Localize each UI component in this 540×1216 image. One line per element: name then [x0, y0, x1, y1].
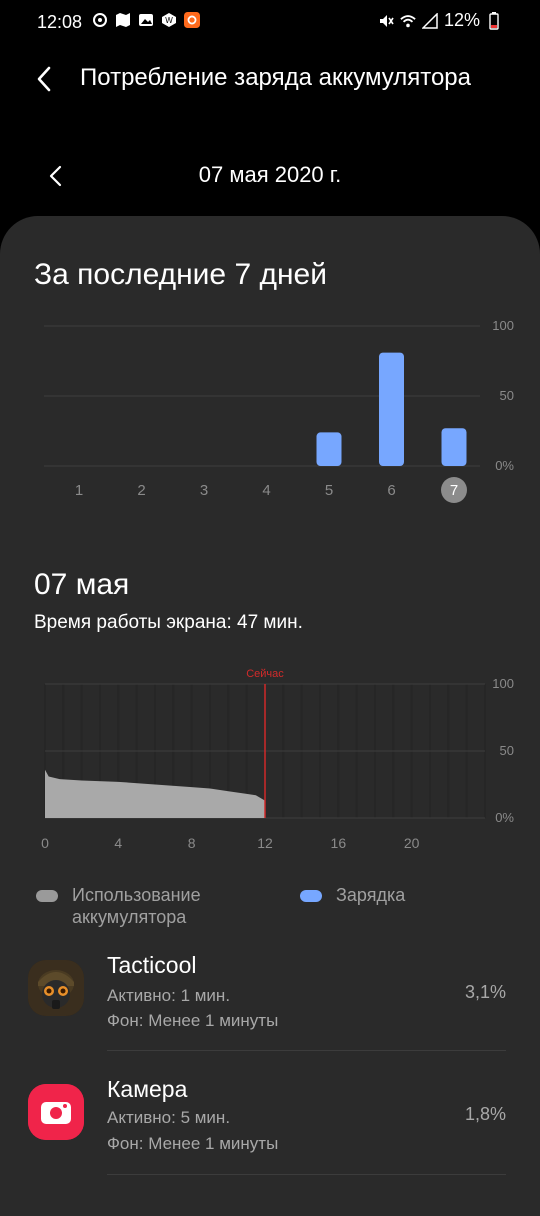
app-percent: 1,8% — [464, 1104, 506, 1124]
legend-usage-swatch — [36, 890, 58, 902]
app-row-tacticool[interactable]: Tacticool Активно: 1 мин. Фон: Менее 1 м… — [0, 950, 540, 1060]
app-name: Камера — [107, 1076, 188, 1102]
wifi-icon — [400, 13, 416, 29]
x-tick-label: 20 — [404, 835, 420, 851]
row-divider — [107, 1174, 506, 1175]
legend-usage-line1: Использование — [72, 885, 201, 905]
app-background-time: Фон: Менее 1 минуты — [107, 1134, 279, 1153]
y-tick-label: 100 — [492, 318, 514, 333]
y-tick-label: 0% — [495, 810, 514, 825]
y-tick-label: 50 — [500, 388, 514, 403]
status-time: 12:08 — [37, 12, 83, 32]
date-navigation: 07 мая 2020 г. — [0, 156, 540, 196]
app-header: Потребление заряда аккумулятора — [0, 56, 540, 102]
status-right: 12% — [378, 10, 502, 31]
battery-icon — [486, 11, 502, 30]
weekly-title: За последние 7 дней — [34, 258, 327, 291]
location-icon — [92, 12, 108, 28]
gallery-icon — [138, 12, 154, 28]
x-tick-label: 12 — [257, 835, 273, 851]
app-background-time: Фон: Менее 1 минуты — [107, 1011, 279, 1030]
day-title: 07 мая — [34, 568, 130, 601]
now-label: Сейчас — [246, 668, 284, 680]
bar-day-5[interactable] — [316, 432, 342, 466]
tacticool-app-icon — [28, 960, 84, 1016]
x-tick-label: 4 — [114, 835, 122, 851]
screen-time: Время работы экрана: 47 мин. — [34, 612, 303, 633]
y-tick-label: 100 — [492, 676, 514, 691]
legend-charging-label: Зарядка — [336, 885, 406, 905]
previous-date-button[interactable] — [42, 162, 70, 190]
x-tick-label[interactable]: 6 — [387, 482, 395, 499]
signal-icon — [421, 12, 438, 29]
svg-text:W: W — [165, 16, 173, 25]
legend-usage: Использование аккумулятора — [36, 884, 201, 928]
legend-charging-swatch — [300, 890, 322, 902]
camera-app-icon — [28, 1084, 84, 1140]
app-active-time: Активно: 1 мин. — [107, 986, 231, 1005]
m-app-icon — [184, 12, 200, 28]
x-tick-label[interactable]: 2 — [137, 482, 145, 499]
daily-chart-svg: Сейчас 100 50 0% 0 4 8 12 16 20 — [41, 668, 514, 851]
back-button[interactable] — [30, 64, 60, 94]
y-tick-label: 50 — [500, 743, 514, 758]
x-tick-label[interactable]: 3 — [200, 482, 208, 499]
x-tick-label[interactable]: 4 — [262, 482, 270, 499]
chart-legend: Использование аккумулятора Зарядка — [0, 884, 540, 936]
legend-charging: Зарядка — [300, 884, 405, 906]
row-divider — [107, 1050, 506, 1051]
back-arrow-icon — [37, 66, 51, 92]
maps-icon — [115, 12, 131, 28]
bar-day-7[interactable] — [441, 428, 467, 466]
legend-usage-label: Использование аккумулятора — [72, 884, 201, 928]
bar-day-6[interactable] — [379, 352, 404, 466]
x-tick-label[interactable]: 1 — [75, 482, 83, 499]
weekly-chart: 100 50 0% 1 2 3 4 5 6 7 — [0, 300, 540, 520]
status-bar: 12:08 W 12% — [0, 0, 540, 44]
w-app-icon: W — [161, 12, 177, 28]
x-tick-label: 0 — [41, 835, 49, 851]
chevron-left-icon — [49, 165, 62, 187]
x-tick-label: 8 — [188, 835, 196, 851]
x-tick-label[interactable]: 7 — [450, 482, 458, 499]
battery-percent: 12% — [443, 10, 480, 30]
notification-icons: W — [92, 12, 200, 28]
app-active-time: Активно: 5 мин. — [107, 1108, 231, 1127]
app-name: Tacticool — [107, 952, 197, 978]
mute-icon — [378, 13, 394, 29]
weekly-chart-svg: 100 50 0% 1 2 3 4 5 6 7 — [44, 318, 514, 503]
y-tick-label: 0% — [495, 458, 514, 473]
date-label: 07 мая 2020 г. — [198, 162, 342, 187]
daily-chart: Сейчас 100 50 0% 0 4 8 12 16 20 — [0, 662, 540, 862]
legend-usage-line2: аккумулятора — [72, 907, 187, 927]
x-tick-label[interactable]: 5 — [325, 482, 333, 499]
app-percent: 3,1% — [464, 982, 506, 1002]
x-tick-label: 16 — [331, 835, 347, 851]
page-title: Потребление заряда аккумулятора — [80, 64, 471, 91]
app-row-camera[interactable]: Камера Активно: 5 мин. Фон: Менее 1 мину… — [0, 1074, 540, 1184]
